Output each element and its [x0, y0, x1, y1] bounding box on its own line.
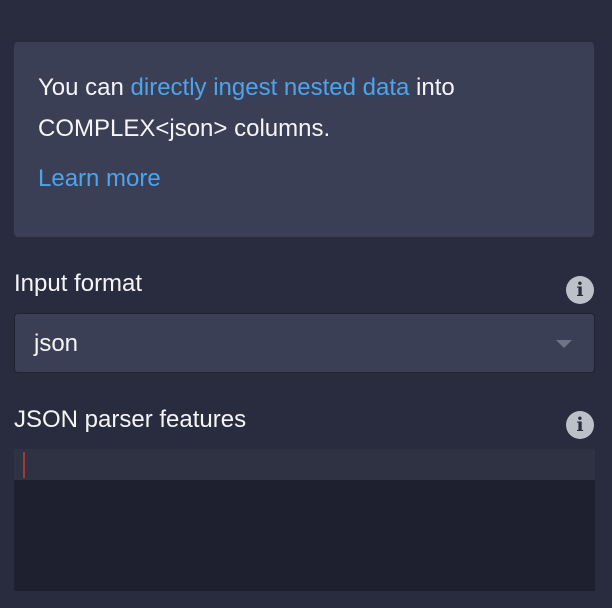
text-cursor — [23, 452, 25, 478]
json-parser-features-info-icon[interactable]: i — [566, 411, 594, 439]
json-parser-features-editor[interactable] — [14, 449, 595, 591]
callout-text-start: You can — [38, 74, 131, 101]
callout-message: You can directly ingest nested data into… — [38, 67, 570, 149]
chevron-down-icon — [556, 340, 572, 348]
nested-data-link[interactable]: directly ingest nested data — [131, 74, 410, 101]
input-format-label: Input format — [14, 270, 143, 297]
input-format-value: json — [34, 330, 79, 357]
info-callout: You can directly ingest nested data into… — [14, 42, 594, 237]
active-line-highlight — [14, 449, 595, 480]
learn-more-link[interactable]: Learn more — [38, 165, 161, 193]
json-parser-features-label: JSON parser features — [14, 406, 247, 433]
input-format-info-icon[interactable]: i — [566, 276, 594, 304]
input-format-select[interactable]: json — [14, 313, 595, 373]
